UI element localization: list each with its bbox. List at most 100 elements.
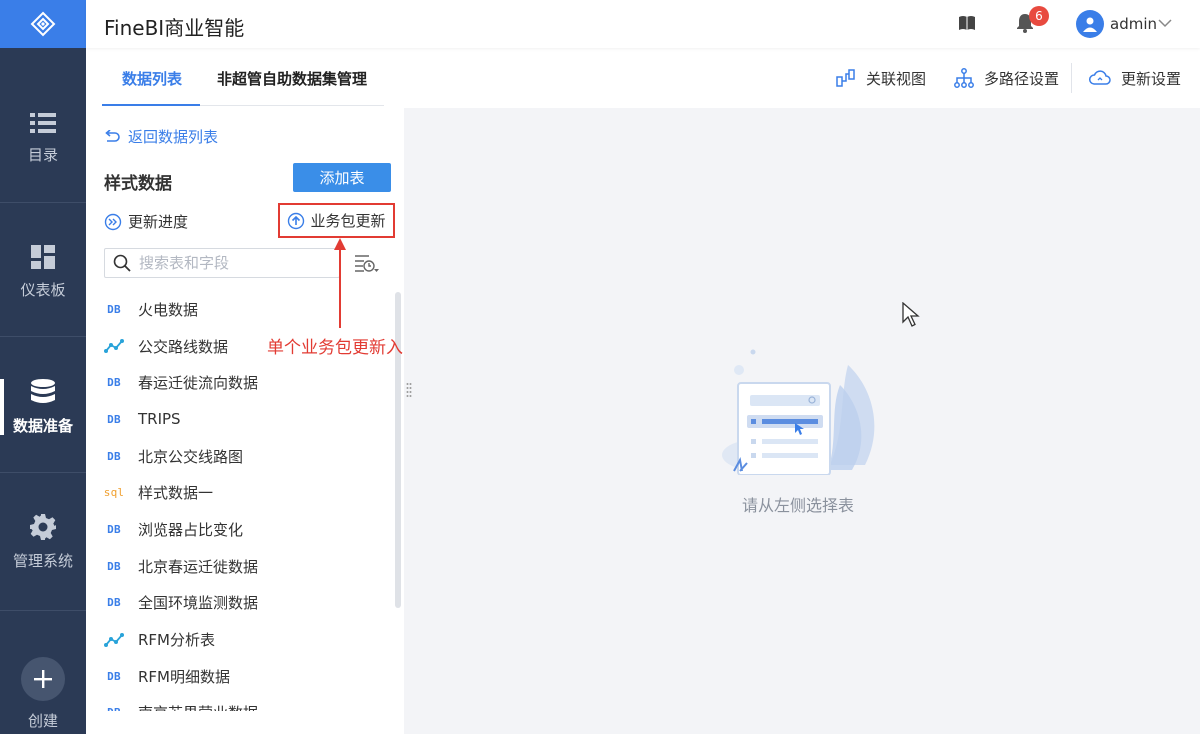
drag-handle-icon: [406, 383, 412, 397]
relation-view-label: 关联视图: [866, 69, 927, 88]
annotation-label: 单个业务包更新入口: [267, 338, 420, 358]
empty-state-text: 请从左侧选择表: [742, 496, 855, 515]
sidebar-item-admin[interactable]: 管理系统: [0, 492, 86, 592]
nav-divider: [0, 610, 86, 611]
db-table-icon: DB: [107, 302, 121, 316]
create-button[interactable]: [21, 657, 65, 701]
table-list-item[interactable]: DB 春运迁徙流向数据: [104, 364, 394, 401]
update-progress-label: 更新进度: [128, 213, 189, 231]
table-list-item[interactable]: DB 浏览器占比变化: [104, 511, 394, 548]
table-list-item[interactable]: DB TRIPS: [104, 401, 394, 438]
table-list-item[interactable]: sql 样式数据一: [104, 474, 394, 511]
package-update-label: 业务包更新: [310, 212, 386, 230]
user-name[interactable]: admin: [1110, 15, 1157, 33]
create-label: 创建: [27, 712, 58, 730]
table-list-item[interactable]: DB 火电数据: [104, 291, 394, 328]
tab-bar: 数据列表 非超管自助数据集管理: [102, 48, 384, 106]
search-icon: [113, 254, 131, 272]
sidebar-item-label: 目录: [27, 145, 58, 164]
plus-icon: [34, 670, 52, 688]
empty-state-illustration: [722, 349, 875, 475]
back-link-label: 返回数据列表: [128, 128, 219, 146]
update-settings-label: 更新设置: [1121, 69, 1182, 88]
cloud-refresh-icon: [1089, 70, 1111, 85]
relation-view-button[interactable]: 关联视图: [836, 66, 926, 90]
nav-divider: [0, 472, 86, 473]
table-list-item[interactable]: RFM分析表: [104, 621, 394, 658]
self-service-dataset-icon: [104, 632, 124, 647]
tab-self-service-datasets[interactable]: 非超管自助数据集管理: [217, 68, 367, 89]
table-list-item[interactable]: DB 全国环境监测数据: [104, 585, 394, 622]
toolbar-divider: [1071, 63, 1072, 93]
user-icon: [1083, 17, 1097, 32]
sidebar-item-label: 管理系统: [12, 551, 73, 570]
db-table-icon: DB: [107, 559, 121, 573]
table-name: 南京苏果营业数据: [138, 702, 258, 711]
table-name: 北京春运迁徙数据: [138, 557, 259, 576]
sidebar-item-data-prep[interactable]: 数据准备: [0, 357, 86, 457]
update-settings-button[interactable]: 更新设置: [1089, 66, 1181, 90]
db-table-icon: DB: [107, 376, 121, 390]
table-name: 春运迁徙流向数据: [138, 374, 259, 393]
mouse-pointer-icon: [902, 302, 920, 327]
table-list-item[interactable]: DB RFM明细数据: [104, 658, 394, 695]
annotation-arrow: [334, 238, 346, 328]
table-name: RFM分析表: [138, 631, 215, 650]
sidebar-item-catalog[interactable]: 目录: [0, 88, 86, 188]
database-icon: [31, 378, 55, 403]
logo-icon: [30, 11, 56, 37]
table-name: 浏览器占比变化: [138, 520, 244, 539]
dashboard-icon: [31, 244, 55, 269]
table-search-box[interactable]: [104, 248, 340, 278]
sidebar: 目录 仪表板 数据准备 管理系统 创建: [0, 0, 86, 734]
chevron-down-icon: [1158, 19, 1172, 28]
hierarchy-icon: [954, 68, 974, 88]
book-icon: [959, 16, 975, 30]
db-table-icon: DB: [104, 706, 124, 711]
table-list-item[interactable]: DB 北京公交线路图: [104, 438, 394, 475]
package-title: 样式数据: [104, 174, 172, 194]
filter-sort-button[interactable]: [354, 253, 380, 279]
multipath-settings-label: 多路径设置: [984, 69, 1060, 88]
nav-divider: [0, 336, 86, 337]
avatar[interactable]: [1076, 10, 1104, 38]
user-menu-toggle[interactable]: [1158, 16, 1172, 34]
table-name: 公交路线数据: [138, 337, 229, 356]
upload-circle-icon: [288, 212, 305, 229]
table-list-item[interactable]: DB 北京春运迁徙数据: [104, 548, 394, 585]
panel-resize-handle[interactable]: [406, 382, 412, 402]
table-name: 火电数据: [138, 300, 199, 319]
search-input[interactable]: [139, 254, 329, 272]
table-name: TRIPS: [138, 410, 181, 429]
table-name: 样式数据一: [138, 484, 214, 503]
sidebar-item-dashboard[interactable]: 仪表板: [0, 222, 86, 322]
update-progress-link[interactable]: 更新进度: [104, 211, 188, 232]
app-title: FineBI商业智能: [104, 16, 245, 40]
multipath-settings-button[interactable]: 多路径设置: [954, 66, 1059, 90]
db-table-icon: DB: [107, 449, 121, 463]
sql-table-icon: sql: [104, 486, 125, 500]
filter-clock-icon: [355, 255, 379, 272]
undo-arrow-icon: [105, 129, 120, 142]
list-icon: [30, 112, 56, 133]
db-table-icon: DB: [107, 596, 121, 610]
gear-icon: [30, 513, 56, 540]
sidebar-item-label: 仪表板: [20, 280, 66, 299]
tab-data-list[interactable]: 数据列表: [122, 68, 182, 89]
notification-badge: 6: [1029, 6, 1049, 26]
top-header: FineBI商业智能 6 admin: [86, 0, 1200, 48]
table-name: 全国环境监测数据: [138, 594, 259, 613]
add-table-button[interactable]: 添加表: [293, 163, 391, 192]
db-table-icon: DB: [107, 412, 121, 426]
table-name: 北京公交线路图: [138, 447, 244, 466]
active-tab-indicator: [102, 104, 200, 106]
db-table-icon: DB: [107, 669, 121, 683]
back-to-data-list-link[interactable]: 返回数据列表: [104, 126, 218, 147]
table-name: RFM明细数据: [138, 667, 230, 686]
db-table-icon: DB: [107, 522, 121, 536]
package-update-button[interactable]: 业务包更新: [278, 203, 395, 238]
app-logo[interactable]: [0, 0, 86, 48]
table-list-item[interactable]: DB 南京苏果营业数据: [104, 695, 394, 711]
help-doc-button[interactable]: [958, 14, 976, 36]
self-service-dataset-icon: [104, 339, 124, 354]
